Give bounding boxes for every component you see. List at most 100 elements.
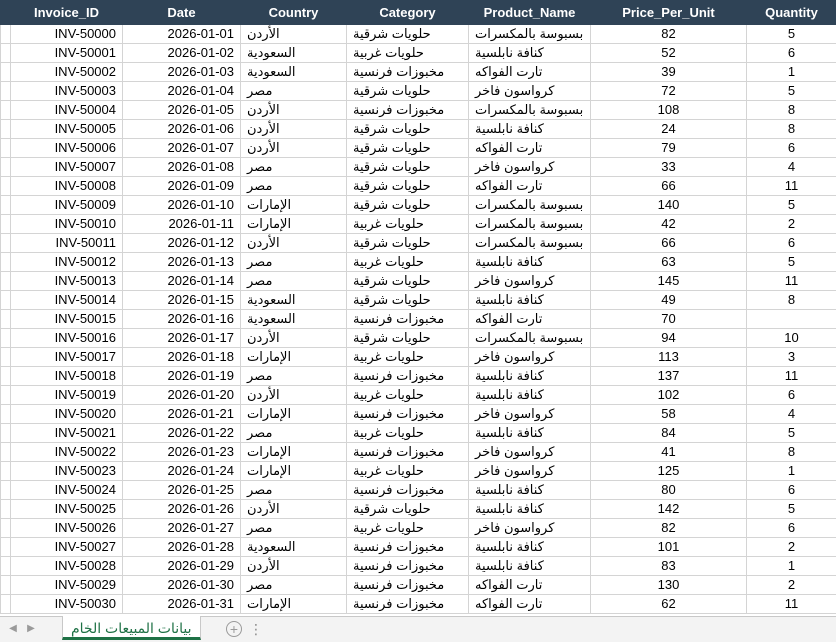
category-cell[interactable]: حلويات شرقية	[346, 157, 469, 177]
invoice-id-cell[interactable]: INV-50003	[10, 81, 123, 101]
country-cell[interactable]: الأردن	[240, 233, 347, 253]
row-header-edge[interactable]	[0, 252, 11, 272]
category-cell[interactable]: مخبوزات فرنسية	[346, 404, 469, 424]
product-name-cell[interactable]: كرواسون فاخر	[468, 271, 591, 291]
row-header-edge[interactable]	[0, 214, 11, 234]
category-cell[interactable]: حلويات غربية	[346, 214, 469, 234]
country-cell[interactable]: السعودية	[240, 290, 347, 310]
country-cell[interactable]: الإمارات	[240, 461, 347, 481]
quantity-cell[interactable]: 5	[746, 423, 836, 443]
price-per-unit-cell[interactable]: 41	[590, 442, 747, 462]
category-cell[interactable]: حلويات شرقية	[346, 176, 469, 196]
price-per-unit-cell[interactable]: 108	[590, 100, 747, 120]
row-header-edge[interactable]	[0, 366, 11, 386]
invoice-id-cell[interactable]: INV-50021	[10, 423, 123, 443]
country-cell[interactable]: السعودية	[240, 309, 347, 329]
row-header-edge[interactable]	[0, 119, 11, 139]
date-cell[interactable]: 2026-01-16	[122, 309, 241, 329]
date-cell[interactable]: 2026-01-30	[122, 575, 241, 595]
product-name-cell[interactable]: كنافة نابلسية	[468, 423, 591, 443]
row-header-edge[interactable]	[0, 461, 11, 481]
invoice-id-cell[interactable]: INV-50019	[10, 385, 123, 405]
date-cell[interactable]: 2026-01-20	[122, 385, 241, 405]
price-per-unit-cell[interactable]: 66	[590, 233, 747, 253]
column-header-price-per-unit[interactable]: Price_Per_Unit	[590, 0, 747, 25]
row-header-edge[interactable]	[0, 271, 11, 291]
category-cell[interactable]: مخبوزات فرنسية	[346, 537, 469, 557]
quantity-cell[interactable]: 6	[746, 385, 836, 405]
row-header-edge[interactable]	[0, 138, 11, 158]
country-cell[interactable]: الأردن	[240, 385, 347, 405]
row-header-edge[interactable]	[0, 176, 11, 196]
price-per-unit-cell[interactable]: 94	[590, 328, 747, 348]
country-cell[interactable]: الإمارات	[240, 347, 347, 367]
invoice-id-cell[interactable]: INV-50016	[10, 328, 123, 348]
price-per-unit-cell[interactable]: 52	[590, 43, 747, 63]
product-name-cell[interactable]: تارت الفواكه	[468, 176, 591, 196]
country-cell[interactable]: السعودية	[240, 43, 347, 63]
date-cell[interactable]: 2026-01-01	[122, 24, 241, 44]
quantity-cell[interactable]: 6	[746, 518, 836, 538]
price-per-unit-cell[interactable]: 142	[590, 499, 747, 519]
price-per-unit-cell[interactable]: 145	[590, 271, 747, 291]
product-name-cell[interactable]: كنافة نابلسية	[468, 537, 591, 557]
date-cell[interactable]: 2026-01-06	[122, 119, 241, 139]
invoice-id-cell[interactable]: INV-50001	[10, 43, 123, 63]
quantity-cell[interactable]: 5	[746, 81, 836, 101]
product-name-cell[interactable]: تارت الفواكه	[468, 62, 591, 82]
quantity-cell[interactable]: 5	[746, 195, 836, 215]
date-cell[interactable]: 2026-01-05	[122, 100, 241, 120]
product-name-cell[interactable]: كرواسون فاخر	[468, 404, 591, 424]
category-cell[interactable]: حلويات غربية	[346, 43, 469, 63]
category-cell[interactable]: مخبوزات فرنسية	[346, 480, 469, 500]
row-header-edge[interactable]	[0, 290, 11, 310]
country-cell[interactable]: الأردن	[240, 499, 347, 519]
price-per-unit-cell[interactable]: 79	[590, 138, 747, 158]
invoice-id-cell[interactable]: INV-50011	[10, 233, 123, 253]
product-name-cell[interactable]: كرواسون فاخر	[468, 461, 591, 481]
invoice-id-cell[interactable]: INV-50025	[10, 499, 123, 519]
invoice-id-cell[interactable]: INV-50013	[10, 271, 123, 291]
invoice-id-cell[interactable]: INV-50024	[10, 480, 123, 500]
invoice-id-cell[interactable]: INV-50014	[10, 290, 123, 310]
price-per-unit-cell[interactable]: 82	[590, 518, 747, 538]
country-cell[interactable]: الإمارات	[240, 442, 347, 462]
invoice-id-cell[interactable]: INV-50008	[10, 176, 123, 196]
row-header-edge[interactable]	[0, 537, 11, 557]
invoice-id-cell[interactable]: INV-50020	[10, 404, 123, 424]
product-name-cell[interactable]: كرواسون فاخر	[468, 518, 591, 538]
date-cell[interactable]: 2026-01-22	[122, 423, 241, 443]
category-cell[interactable]: مخبوزات فرنسية	[346, 62, 469, 82]
date-cell[interactable]: 2026-01-07	[122, 138, 241, 158]
country-cell[interactable]: الإمارات	[240, 214, 347, 234]
row-header-edge[interactable]	[0, 309, 11, 329]
quantity-cell[interactable]	[746, 309, 836, 329]
date-cell[interactable]: 2026-01-10	[122, 195, 241, 215]
quantity-cell[interactable]: 2	[746, 575, 836, 595]
product-name-cell[interactable]: بسبوسة بالمكسرات	[468, 328, 591, 348]
product-name-cell[interactable]: كنافة نابلسية	[468, 290, 591, 310]
country-cell[interactable]: مصر	[240, 157, 347, 177]
row-header-edge[interactable]	[0, 233, 11, 253]
row-header-edge[interactable]	[0, 594, 11, 614]
category-cell[interactable]: حلويات شرقية	[346, 119, 469, 139]
quantity-cell[interactable]: 6	[746, 43, 836, 63]
quantity-cell[interactable]: 10	[746, 328, 836, 348]
price-per-unit-cell[interactable]: 137	[590, 366, 747, 386]
invoice-id-cell[interactable]: INV-50004	[10, 100, 123, 120]
invoice-id-cell[interactable]: INV-50017	[10, 347, 123, 367]
product-name-cell[interactable]: تارت الفواكه	[468, 138, 591, 158]
price-per-unit-cell[interactable]: 125	[590, 461, 747, 481]
country-cell[interactable]: مصر	[240, 271, 347, 291]
date-cell[interactable]: 2026-01-29	[122, 556, 241, 576]
quantity-cell[interactable]: 2	[746, 537, 836, 557]
country-cell[interactable]: الأردن	[240, 100, 347, 120]
price-per-unit-cell[interactable]: 49	[590, 290, 747, 310]
category-cell[interactable]: حلويات شرقية	[346, 81, 469, 101]
row-header-edge[interactable]	[0, 328, 11, 348]
country-cell[interactable]: الأردن	[240, 24, 347, 44]
category-cell[interactable]: مخبوزات فرنسية	[346, 366, 469, 386]
price-per-unit-cell[interactable]: 42	[590, 214, 747, 234]
row-header-edge[interactable]	[0, 157, 11, 177]
category-cell[interactable]: مخبوزات فرنسية	[346, 594, 469, 614]
